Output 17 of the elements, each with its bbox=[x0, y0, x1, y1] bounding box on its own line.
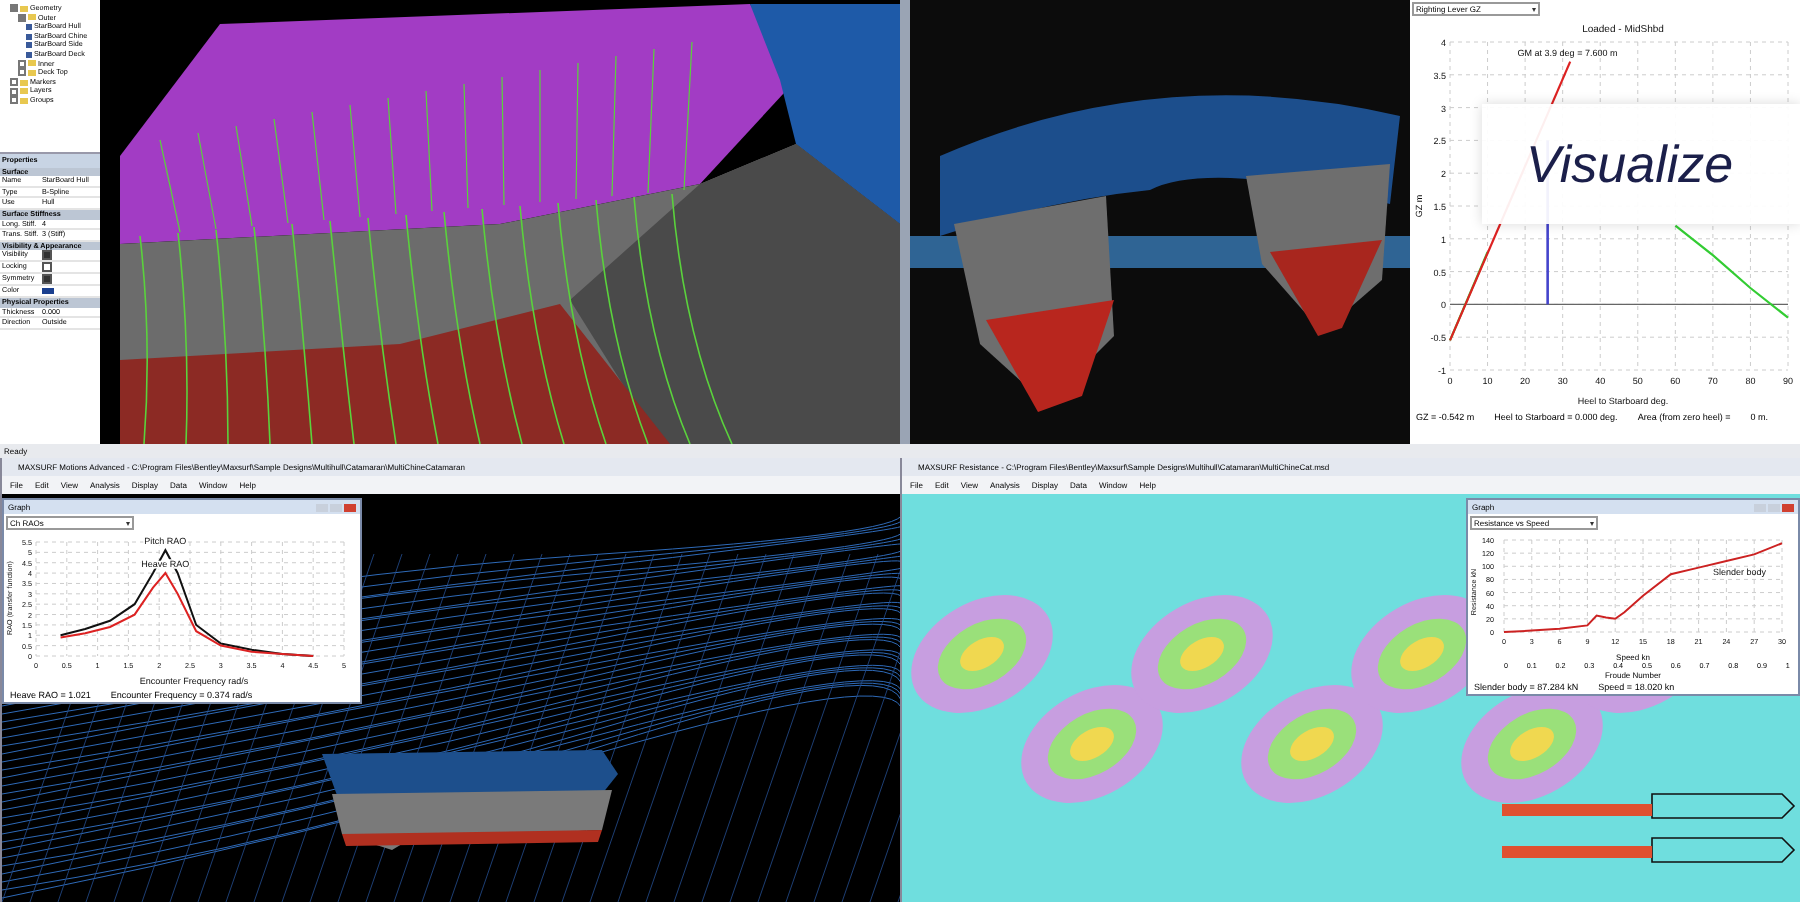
caret-icon bbox=[1532, 7, 1536, 11]
expander-icon[interactable] bbox=[18, 68, 26, 77]
checkbox[interactable] bbox=[42, 250, 52, 261]
checkbox[interactable] bbox=[42, 262, 52, 273]
caret-icon bbox=[126, 521, 130, 525]
close-icon[interactable] bbox=[1782, 503, 1794, 511]
caret-icon bbox=[1590, 521, 1594, 525]
expander-icon[interactable] bbox=[18, 59, 26, 68]
expander-icon[interactable] bbox=[10, 4, 18, 13]
expander-icon[interactable] bbox=[10, 96, 18, 105]
checkbox[interactable] bbox=[42, 274, 52, 285]
color-swatch[interactable] bbox=[42, 288, 54, 295]
caption-text: Visualize bbox=[1524, 133, 1734, 195]
expander-icon[interactable] bbox=[10, 87, 18, 96]
expander-icon[interactable] bbox=[10, 78, 18, 87]
expander-icon[interactable] bbox=[18, 13, 26, 22]
close-icon[interactable] bbox=[344, 503, 356, 511]
